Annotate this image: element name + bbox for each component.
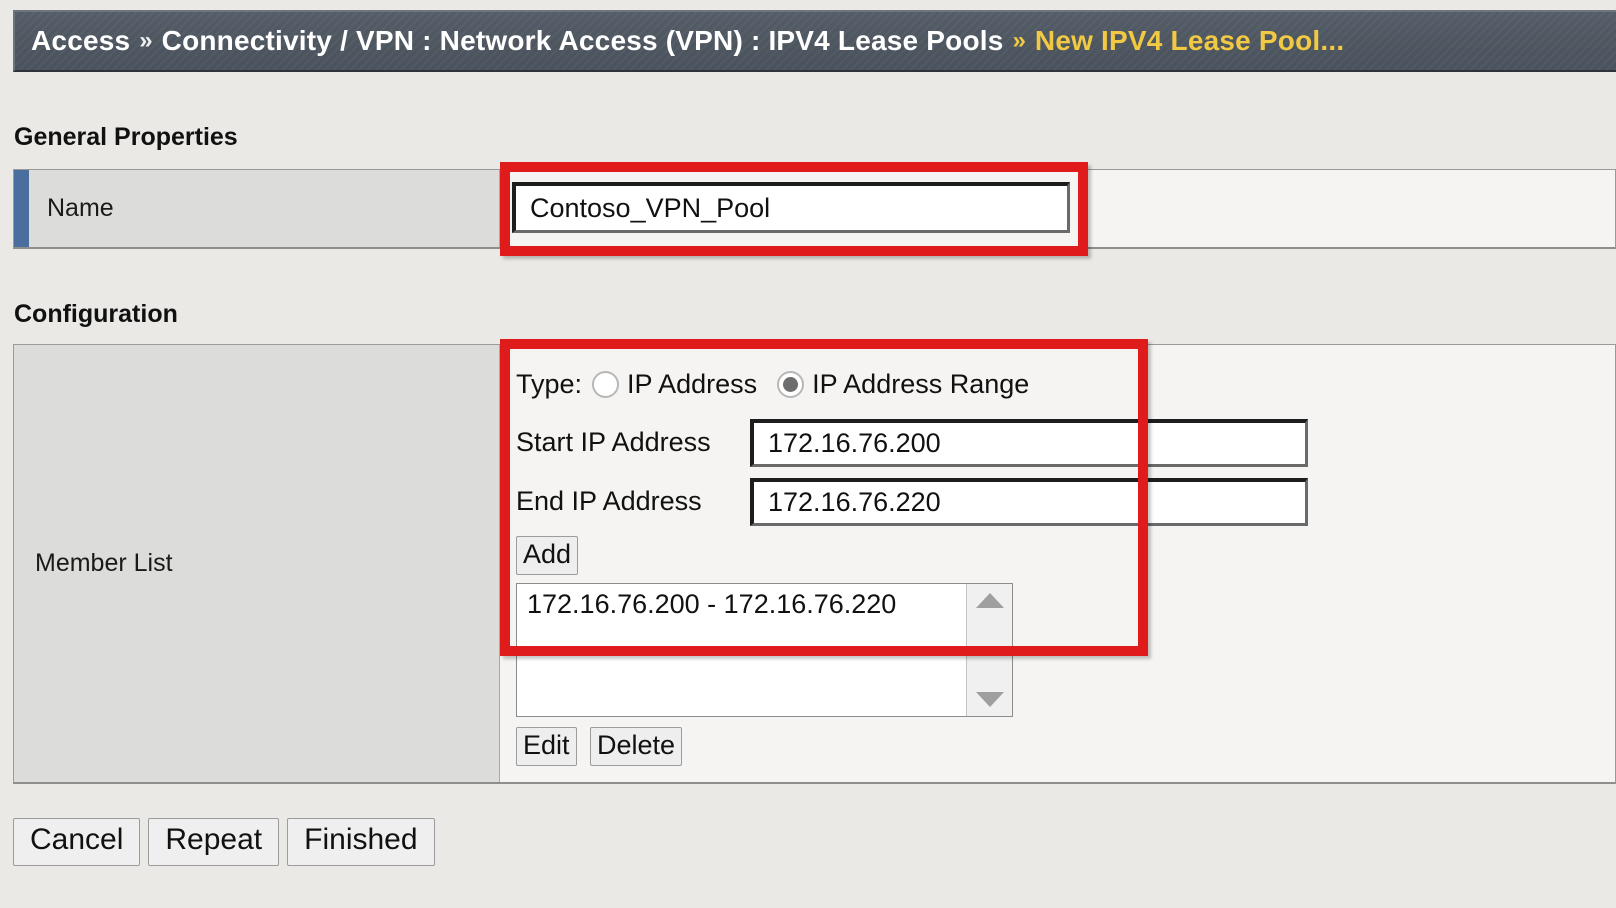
radio-ip-address-label[interactable]: IP Address: [627, 369, 757, 400]
breadcrumb-root[interactable]: Access: [31, 25, 130, 57]
configuration-panel: Member List Type: IP Address IP Address …: [13, 344, 1616, 784]
end-ip-label: End IP Address: [516, 486, 702, 516]
name-value-cell: [500, 170, 1615, 247]
cancel-button[interactable]: Cancel: [13, 818, 141, 866]
member-list-items: 172.16.76.200 - 172.16.76.220: [517, 584, 966, 716]
breadcrumb-current-page: New IPV4 Lease Pool...: [1034, 25, 1345, 56]
list-item[interactable]: 172.16.76.200 - 172.16.76.220: [527, 588, 966, 622]
name-input[interactable]: [512, 182, 1070, 233]
radio-ip-address-range[interactable]: [777, 371, 805, 398]
breadcrumb-path[interactable]: Connectivity / VPN : Network Access (VPN…: [162, 25, 1004, 57]
general-properties-heading: General Properties: [14, 123, 238, 151]
name-label-cell: Name: [14, 170, 500, 247]
radio-ip-address-range-label[interactable]: IP Address Range: [812, 369, 1029, 400]
breadcrumb-bar: Access » Connectivity / VPN : Network Ac…: [13, 10, 1616, 72]
configuration-heading: Configuration: [14, 300, 178, 328]
add-button[interactable]: Add: [516, 536, 579, 575]
finished-button[interactable]: Finished: [287, 818, 435, 866]
breadcrumb-separator-2: »: [1012, 27, 1026, 54]
row-accent-bar: [14, 170, 29, 247]
delete-button[interactable]: Delete: [590, 727, 683, 766]
general-properties-panel: Name: [13, 169, 1616, 249]
member-list-box[interactable]: 172.16.76.200 - 172.16.76.220: [516, 583, 1013, 717]
member-list-label: Member List: [35, 549, 173, 577]
type-label: Type:: [516, 369, 583, 399]
triangle-up-icon[interactable]: [975, 593, 1004, 608]
edit-button[interactable]: Edit: [516, 727, 577, 766]
breadcrumb-separator-1: »: [139, 27, 153, 54]
start-ip-input[interactable]: [750, 419, 1308, 467]
radio-ip-address[interactable]: [592, 371, 620, 398]
type-radio-group: Type: IP Address IP Address Range: [516, 369, 1049, 400]
member-list-value-cell: Type: IP Address IP Address Range Start …: [500, 345, 1615, 782]
repeat-button[interactable]: Repeat: [148, 818, 280, 866]
end-ip-input[interactable]: [750, 478, 1308, 526]
start-ip-label: Start IP Address: [516, 427, 711, 457]
form-action-bar: Cancel Repeat Finished: [13, 818, 435, 866]
triangle-down-icon[interactable]: [975, 692, 1004, 707]
member-list-scrollbar[interactable]: [966, 584, 1012, 716]
member-list-label-cell: Member List: [14, 345, 500, 782]
